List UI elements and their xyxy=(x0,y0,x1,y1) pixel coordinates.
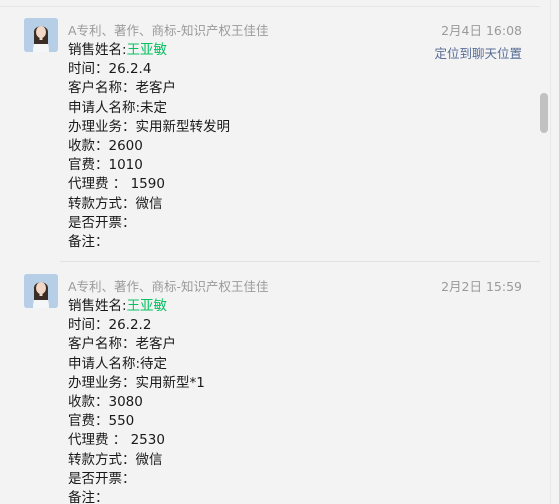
message-content: 销售姓名:王亚敏 时间：26.2.2 客户名称：老客户 申请人名称:待定 办理业… xyxy=(68,297,205,504)
agency-fee-line: 代理费 ： 1590 xyxy=(68,176,165,193)
payment-method-line: 转款方式：微信 xyxy=(68,451,163,468)
sales-name-line: 销售姓名:王亚敏 xyxy=(68,297,205,316)
message-time: 2月4日 16:08 xyxy=(441,23,522,38)
chat-search-results-pane: A专利、著作、商标-知识产权王佳佳 2月4日 16:08 定位到聊天位置 销售姓… xyxy=(0,0,559,504)
avatar[interactable] xyxy=(24,18,58,52)
sales-name-highlight: 王亚敏 xyxy=(126,42,168,58)
customer-line: 客户名称：老客户 xyxy=(68,80,176,97)
remark-line: 备注： xyxy=(68,489,109,504)
vertical-scrollbar-thumb[interactable] xyxy=(540,93,548,133)
business-line: 办理业务：实用新型转发明 xyxy=(68,118,230,135)
avatar[interactable] xyxy=(24,274,58,308)
sender-name: A专利、著作、商标-知识产权王佳佳 xyxy=(68,279,269,294)
message-content: 销售姓名:王亚敏 时间：26.2.4 客户名称：老客户 申请人名称:未定 办理业… xyxy=(68,41,230,252)
sales-name-label: 销售姓名: xyxy=(68,42,127,58)
agency-fee-line: 代理费 ： 2530 xyxy=(68,432,165,449)
payment-method-line: 转款方式：微信 xyxy=(68,195,163,212)
message-item[interactable]: A专利、著作、商标-知识产权王佳佳 2月4日 16:08 定位到聊天位置 销售姓… xyxy=(0,6,540,261)
sales-name-label: 销售姓名: xyxy=(68,298,127,314)
avatar-portrait-icon xyxy=(24,274,58,308)
invoice-line: 是否开票： xyxy=(68,470,136,487)
avatar-portrait-icon xyxy=(24,18,58,52)
official-fee-line: 官费：550 xyxy=(68,413,135,430)
sales-name-highlight: 王亚敏 xyxy=(126,298,168,314)
customer-line: 客户名称：老客户 xyxy=(68,336,176,353)
sales-name-line: 销售姓名:王亚敏 xyxy=(68,41,230,60)
invoice-line: 是否开票： xyxy=(68,214,136,231)
receipt-line: 收款：2600 xyxy=(68,137,143,154)
receipt-line: 收款：3080 xyxy=(68,393,143,410)
message-time: 2月2日 15:59 xyxy=(441,279,522,294)
locate-in-chat-link[interactable]: 定位到聊天位置 xyxy=(434,43,522,62)
remark-line: 备注： xyxy=(68,233,109,250)
message-item[interactable]: A专利、著作、商标-知识产权王佳佳 2月2日 15:59 销售姓名:王亚敏 时间… xyxy=(0,262,540,504)
official-fee-line: 官费：1010 xyxy=(68,157,143,174)
business-line: 办理业务：实用新型*1 xyxy=(68,374,205,391)
right-edge-divider xyxy=(550,0,551,504)
date-line: 时间：26.2.2 xyxy=(68,317,152,334)
applicant-line: 申请人名称:未定 xyxy=(68,99,168,116)
date-line: 时间：26.2.4 xyxy=(68,61,152,78)
sender-name: A专利、著作、商标-知识产权王佳佳 xyxy=(68,23,269,38)
applicant-line: 申请人名称:待定 xyxy=(68,355,168,372)
